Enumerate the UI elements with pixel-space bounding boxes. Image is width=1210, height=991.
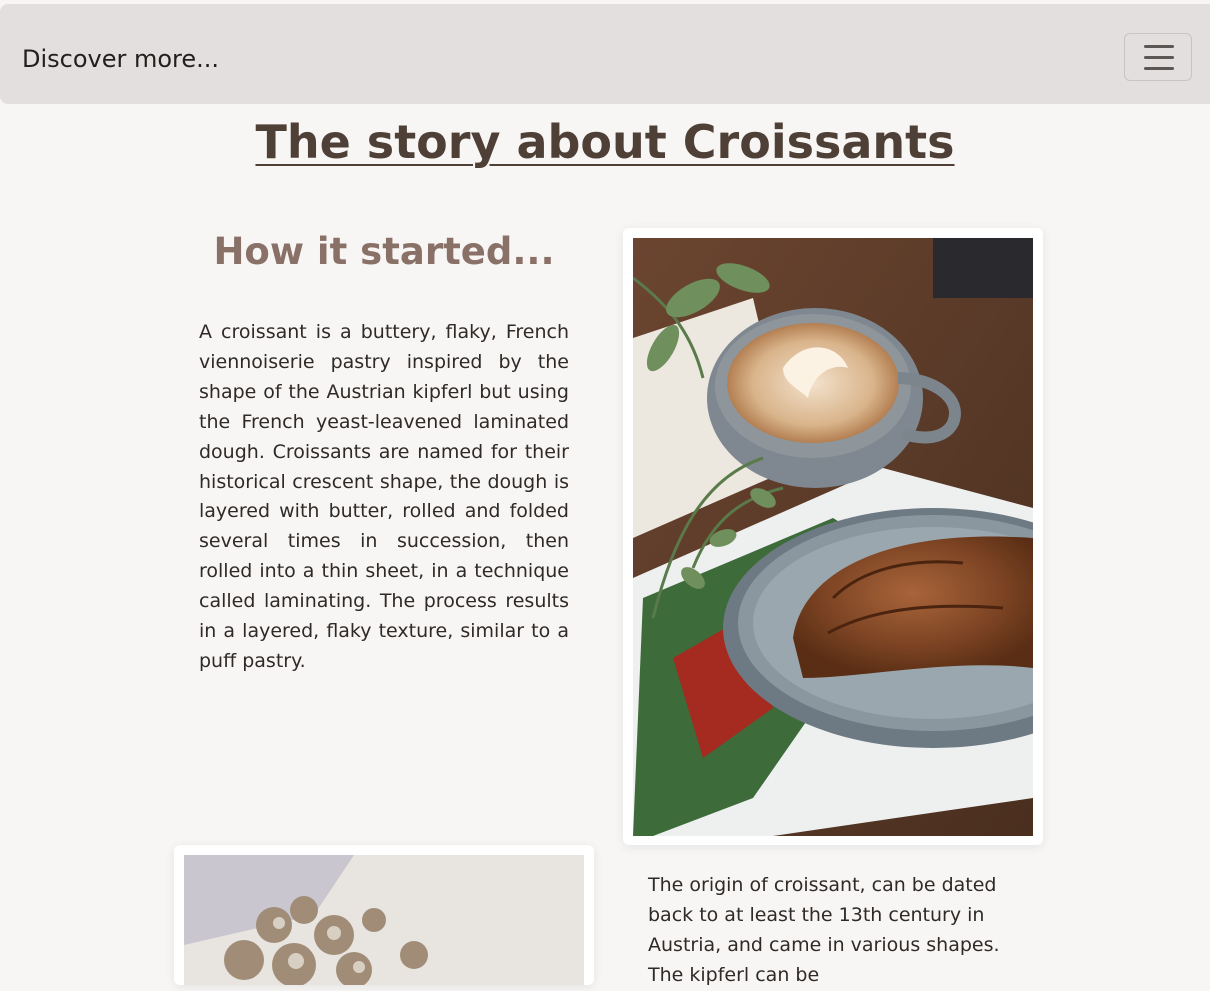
photo-card-dried-flowers (174, 845, 594, 985)
page-title: The story about Croissants (255, 115, 955, 169)
navbar-brand-link[interactable]: Discover more... (22, 44, 219, 74)
section-heading: How it started... (213, 230, 555, 273)
dried-flowers-photo (184, 855, 584, 985)
navbar: Discover more... (0, 4, 1210, 104)
origin-paragraph: The origin of croissant, can be dated ba… (648, 874, 1000, 986)
photo-card-coffee-croissant (623, 228, 1043, 845)
navbar-toggle-button[interactable] (1124, 33, 1192, 81)
coffee-and-croissant-photo (633, 238, 1033, 836)
intro-paragraph: A croissant is a buttery, flaky, French … (199, 321, 569, 672)
